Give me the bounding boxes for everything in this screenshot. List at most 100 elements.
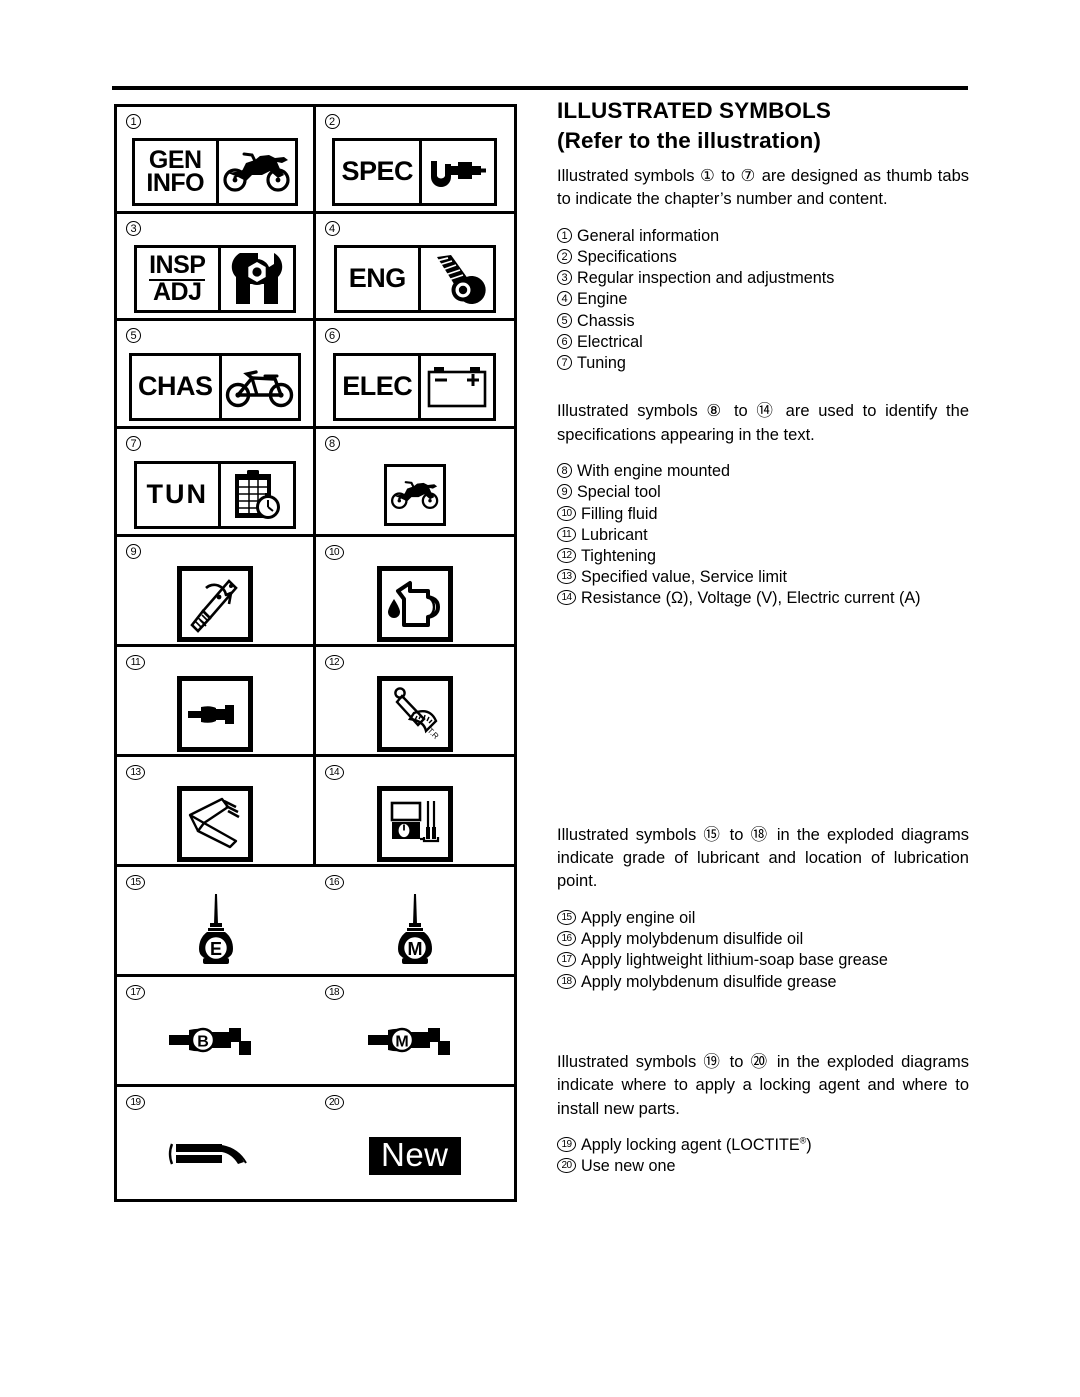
list-item: 6 Electrical [557,332,969,353]
list-item: 2 Specifications [557,247,969,268]
clipboard-stopwatch-icon [221,464,293,526]
thumb-tab-spec: SPEC [332,138,498,206]
grease-grade-letter: M [395,1034,408,1051]
symbol-number: 3 [126,220,141,236]
symbol-number: 6 [324,327,340,343]
symbol-cell-13: 13 [117,757,316,864]
locking-agent-symbols-block: Illustrated symbols ⑲ to ⑳ in the explod… [557,1051,969,1178]
list-item: 18 Apply molybdenum disulfide grease [557,972,969,993]
tab-label: ENG [337,248,421,310]
symbol-number: 7 [126,435,141,451]
list-item: 19 Apply locking agent (LOCTITE®) [557,1135,969,1156]
lubricant-symbols-paragraph: Illustrated symbols ⑮ to ⑱ in the explod… [557,825,969,891]
bike-frame-icon [222,356,298,418]
list-item: 7 Tuning [557,353,969,374]
special-tool-icon [176,565,253,642]
grease-grade-letter: B [197,1034,209,1051]
locking-agent-icon [166,1138,266,1175]
oil-bottle-icon: E [191,894,241,973]
list-item: 13 Specified value, Service limit [557,567,969,588]
symbol-cell-5: 5 CHAS [117,321,316,426]
list-item: 10 Filling fluid [557,504,969,525]
tab-label: GEN INFO [135,141,219,203]
symbol-cell-15: 15 E [117,867,316,974]
thumb-tab-tun: TUN [133,460,296,529]
symbol-cell-12: 12 T.R [316,647,515,754]
grease-gun-icon: M [366,1021,464,1066]
list-item: 1 General information [557,226,969,247]
micrometer-icon [422,141,494,203]
symbol-cell-18: 18 M [316,977,515,1084]
symbol-cell-4: 4 ENG [316,214,515,318]
table-row: 7 TUN 8 [117,429,514,537]
lubricant-symbols-list: 15 Apply engine oil 16 Apply molybdenum di… [557,908,969,993]
symbol-number: 9 [126,543,141,559]
caliper-measure-icon [176,785,253,862]
table-row: 13 14 [117,757,514,867]
tab-label: ELEC [336,355,422,418]
content-column: ILLUSTRATED SYMBOLS (Refer to the illust… [557,97,969,1177]
locking-agent-paragraph: Illustrated symbols ⑲ to ⑳ in the explod… [557,1052,969,1118]
specification-symbols-list: 8 With engine mounted 9 Special tool 10 Fil… [557,461,969,610]
symbol-number: 10 [324,543,344,560]
symbol-cell-14: 14 [316,757,515,864]
symbol-number: 5 [126,327,141,343]
table-row: 15 E 16 M [117,867,514,977]
table-row: 5 CHAS 6 ELEC [117,321,514,429]
symbol-cell-1: 1 GEN INFO [117,107,316,211]
symbol-cell-11: 11 [117,647,316,754]
table-row: 11 12 T.R [117,647,514,757]
thumb-tab-chas: CHAS [128,352,301,421]
symbol-number: 19 [126,1093,145,1110]
table-row: 3 INSP ADJ 4 ENG [117,214,514,321]
page-subtitle: (Refer to the illustration) [557,128,821,154]
symbol-cell-2: 2 SPEC [316,107,515,211]
symbol-number: 4 [324,220,340,236]
list-item-label: Apply locking agent (LOCTITE®) [581,1135,812,1155]
list-item: 8 With engine mounted [557,461,969,482]
header-rule [112,86,968,90]
list-item: 16 Apply molybdenum disulfide oil [557,929,969,950]
thumb-tab-elec: ELEC [333,352,497,421]
tab-label: TUN [137,463,221,526]
tab-label: SPEC [335,141,423,203]
engine-mounted-bike-icon [383,463,446,526]
symbol-number: 15 [126,873,145,890]
lubricant-symbols-block: Illustrated symbols ⑮ to ⑱ in the explod… [557,824,969,993]
symbol-number: 8 [324,435,340,451]
thumb-tab-eng: ENG [333,245,496,313]
chapter-tabs-list: 1 General information 2 Specifications 3 Re… [557,226,969,375]
symbol-cell-8: 8 [316,429,515,534]
symbol-cell-17: 17 B [117,977,316,1084]
symbol-cell-6: 6 ELEC [316,321,515,426]
new-part-badge: New [368,1136,461,1176]
thumb-tab-insp-adj: INSP ADJ [133,245,296,313]
list-item: 5 Chassis [557,311,969,332]
list-item: 20 Use new one [557,1156,969,1177]
symbol-cell-3: 3 INSP ADJ [117,214,316,318]
tab-label: CHAS [132,355,222,418]
symbol-cell-20: 20 New [316,1087,515,1199]
table-row: 9 10 [117,537,514,647]
symbol-number: 2 [324,113,340,129]
symbol-cell-10: 10 [316,537,515,644]
wrench-nut-icon [221,248,293,310]
manual-page: 1 GEN INFO 2 SPEC 3 INSP ADJ 4 ENG 5 CHA… [0,0,1080,1397]
table-row: 19 20 New [117,1087,514,1199]
symbol-number: 20 [324,1093,344,1110]
torque-wrench-icon: T.R [376,675,453,752]
table-row: 1 GEN INFO 2 SPEC [117,107,514,214]
symbol-number: 12 [324,653,344,670]
illustrated-symbol-table: 1 GEN INFO 2 SPEC 3 INSP ADJ 4 ENG 5 CHA… [114,104,517,1202]
symbol-number: 13 [126,763,145,780]
symbol-cell-9: 9 [117,537,316,644]
symbol-cell-7: 7 TUN [117,429,316,534]
symbol-number: 16 [324,873,344,890]
list-item: 15 Apply engine oil [557,908,969,929]
specification-symbols-block: Illustrated symbols ⑧ to ⑭ are used to i… [557,400,969,609]
symbol-number: 18 [324,983,344,1000]
oil-grade-letter: M [407,939,422,959]
list-item: 12 Tightening [557,546,969,567]
list-item: 11 Lubricant [557,525,969,546]
specification-symbols-paragraph: Illustrated symbols ⑧ to ⑭ are used to i… [557,402,969,444]
